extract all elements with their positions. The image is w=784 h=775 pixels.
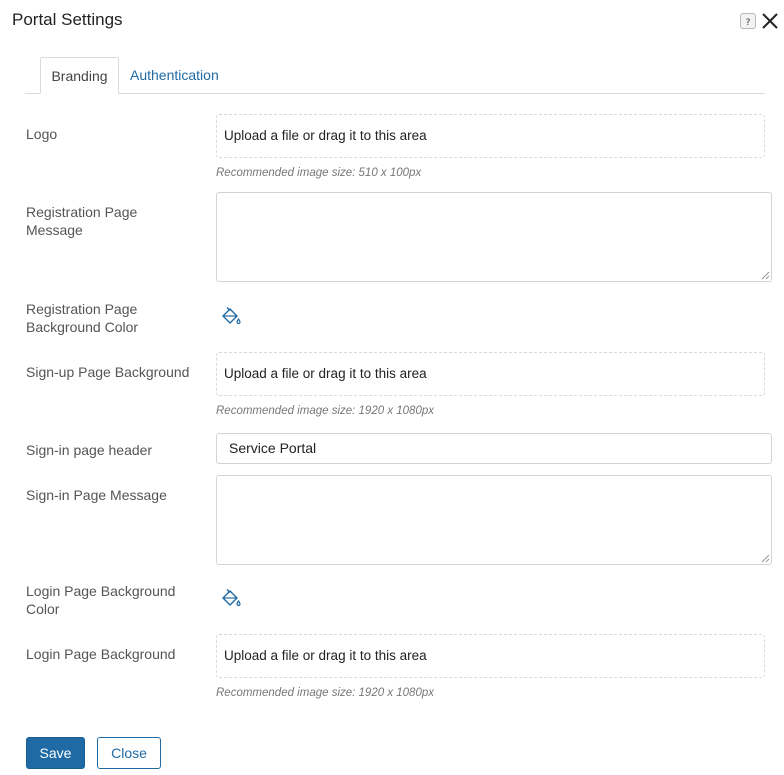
signin-header-label: Sign-in page header [26, 442, 153, 458]
dialog-title: Portal Settings [12, 10, 123, 29]
registration-bg-color-label: Registration Page Background Color [26, 301, 139, 335]
registration-message-textarea[interactable] [216, 192, 772, 282]
signup-background-dropzone[interactable]: Upload a file or drag it to this area [216, 352, 765, 396]
save-button[interactable]: Save [26, 737, 85, 769]
signup-background-label: Sign-up Page Background [26, 364, 190, 380]
registration-message-label: Registration Page Message [26, 204, 138, 238]
paint-bucket-icon[interactable] [220, 306, 242, 328]
tab-branding[interactable]: Branding [40, 57, 119, 94]
signin-header-input[interactable]: Service Portal [216, 433, 772, 464]
help-icon[interactable]: ? [740, 13, 756, 29]
login-bg-color-label: Login Page Background Color [26, 583, 176, 617]
tab-authentication[interactable]: Authentication [119, 57, 230, 94]
signin-message-label: Sign-in Page Message [26, 487, 167, 503]
signin-message-textarea[interactable] [216, 475, 772, 565]
close-icon[interactable] [761, 12, 779, 30]
resize-handle-icon[interactable] [760, 270, 770, 280]
svg-text:?: ? [746, 18, 751, 28]
login-background-dropzone[interactable]: Upload a file or drag it to this area [216, 634, 765, 678]
login-background-label: Login Page Background [26, 646, 176, 662]
tab-bar: Branding Authentication [25, 57, 765, 94]
login-background-hint: Recommended image size: 1920 x 1080px [216, 687, 434, 699]
logo-label: Logo [26, 126, 58, 142]
paint-bucket-icon[interactable] [220, 588, 242, 610]
resize-handle-icon[interactable] [760, 553, 770, 563]
logo-dropzone[interactable]: Upload a file or drag it to this area [216, 114, 765, 158]
logo-hint: Recommended image size: 510 x 100px [216, 167, 422, 179]
close-button[interactable]: Close [97, 737, 161, 769]
signup-background-hint: Recommended image size: 1920 x 1080px [216, 405, 434, 417]
